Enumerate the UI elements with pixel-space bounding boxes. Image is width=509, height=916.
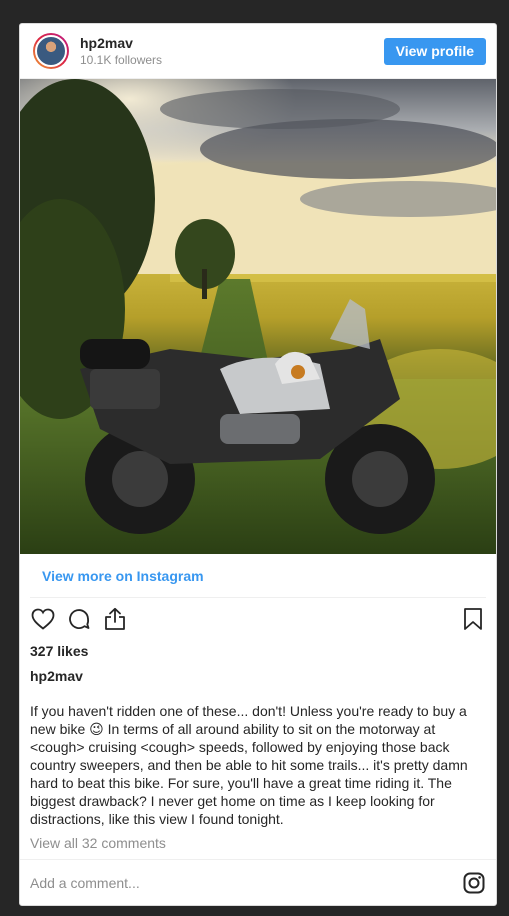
post-caption: If you haven't ridden one of these... do… [30, 703, 468, 827]
view-more-link[interactable]: View more on Instagram [42, 568, 204, 584]
comment-input[interactable] [30, 874, 462, 891]
comment-bar [20, 859, 496, 905]
instagram-logo-icon[interactable] [462, 871, 486, 895]
motorcycle-field-photo [20, 79, 496, 554]
username[interactable]: hp2mav [80, 35, 384, 52]
post-photo[interactable] [20, 79, 496, 554]
bookmark-icon[interactable] [460, 606, 486, 632]
avatar[interactable] [33, 33, 69, 69]
like-count[interactable]: 327 likes [20, 640, 496, 662]
view-more-row: View more on Instagram [30, 554, 486, 598]
view-profile-button[interactable]: View profile [383, 37, 486, 65]
user-block: hp2mav 10.1K followers [80, 35, 384, 68]
caption-username[interactable]: hp2mav [20, 663, 496, 689]
comment-bubble-icon[interactable] [66, 606, 92, 632]
post-header: hp2mav 10.1K followers View profile [20, 24, 496, 79]
view-all-comments-link[interactable]: View all 32 comments [20, 832, 496, 854]
action-bar [20, 598, 496, 640]
heart-icon[interactable] [30, 606, 56, 632]
share-icon[interactable] [102, 606, 128, 632]
follower-count: 10.1K followers [80, 52, 163, 67]
avatar-image [35, 35, 67, 67]
instagram-embed-card: hp2mav 10.1K followers View profile View… [19, 23, 497, 906]
